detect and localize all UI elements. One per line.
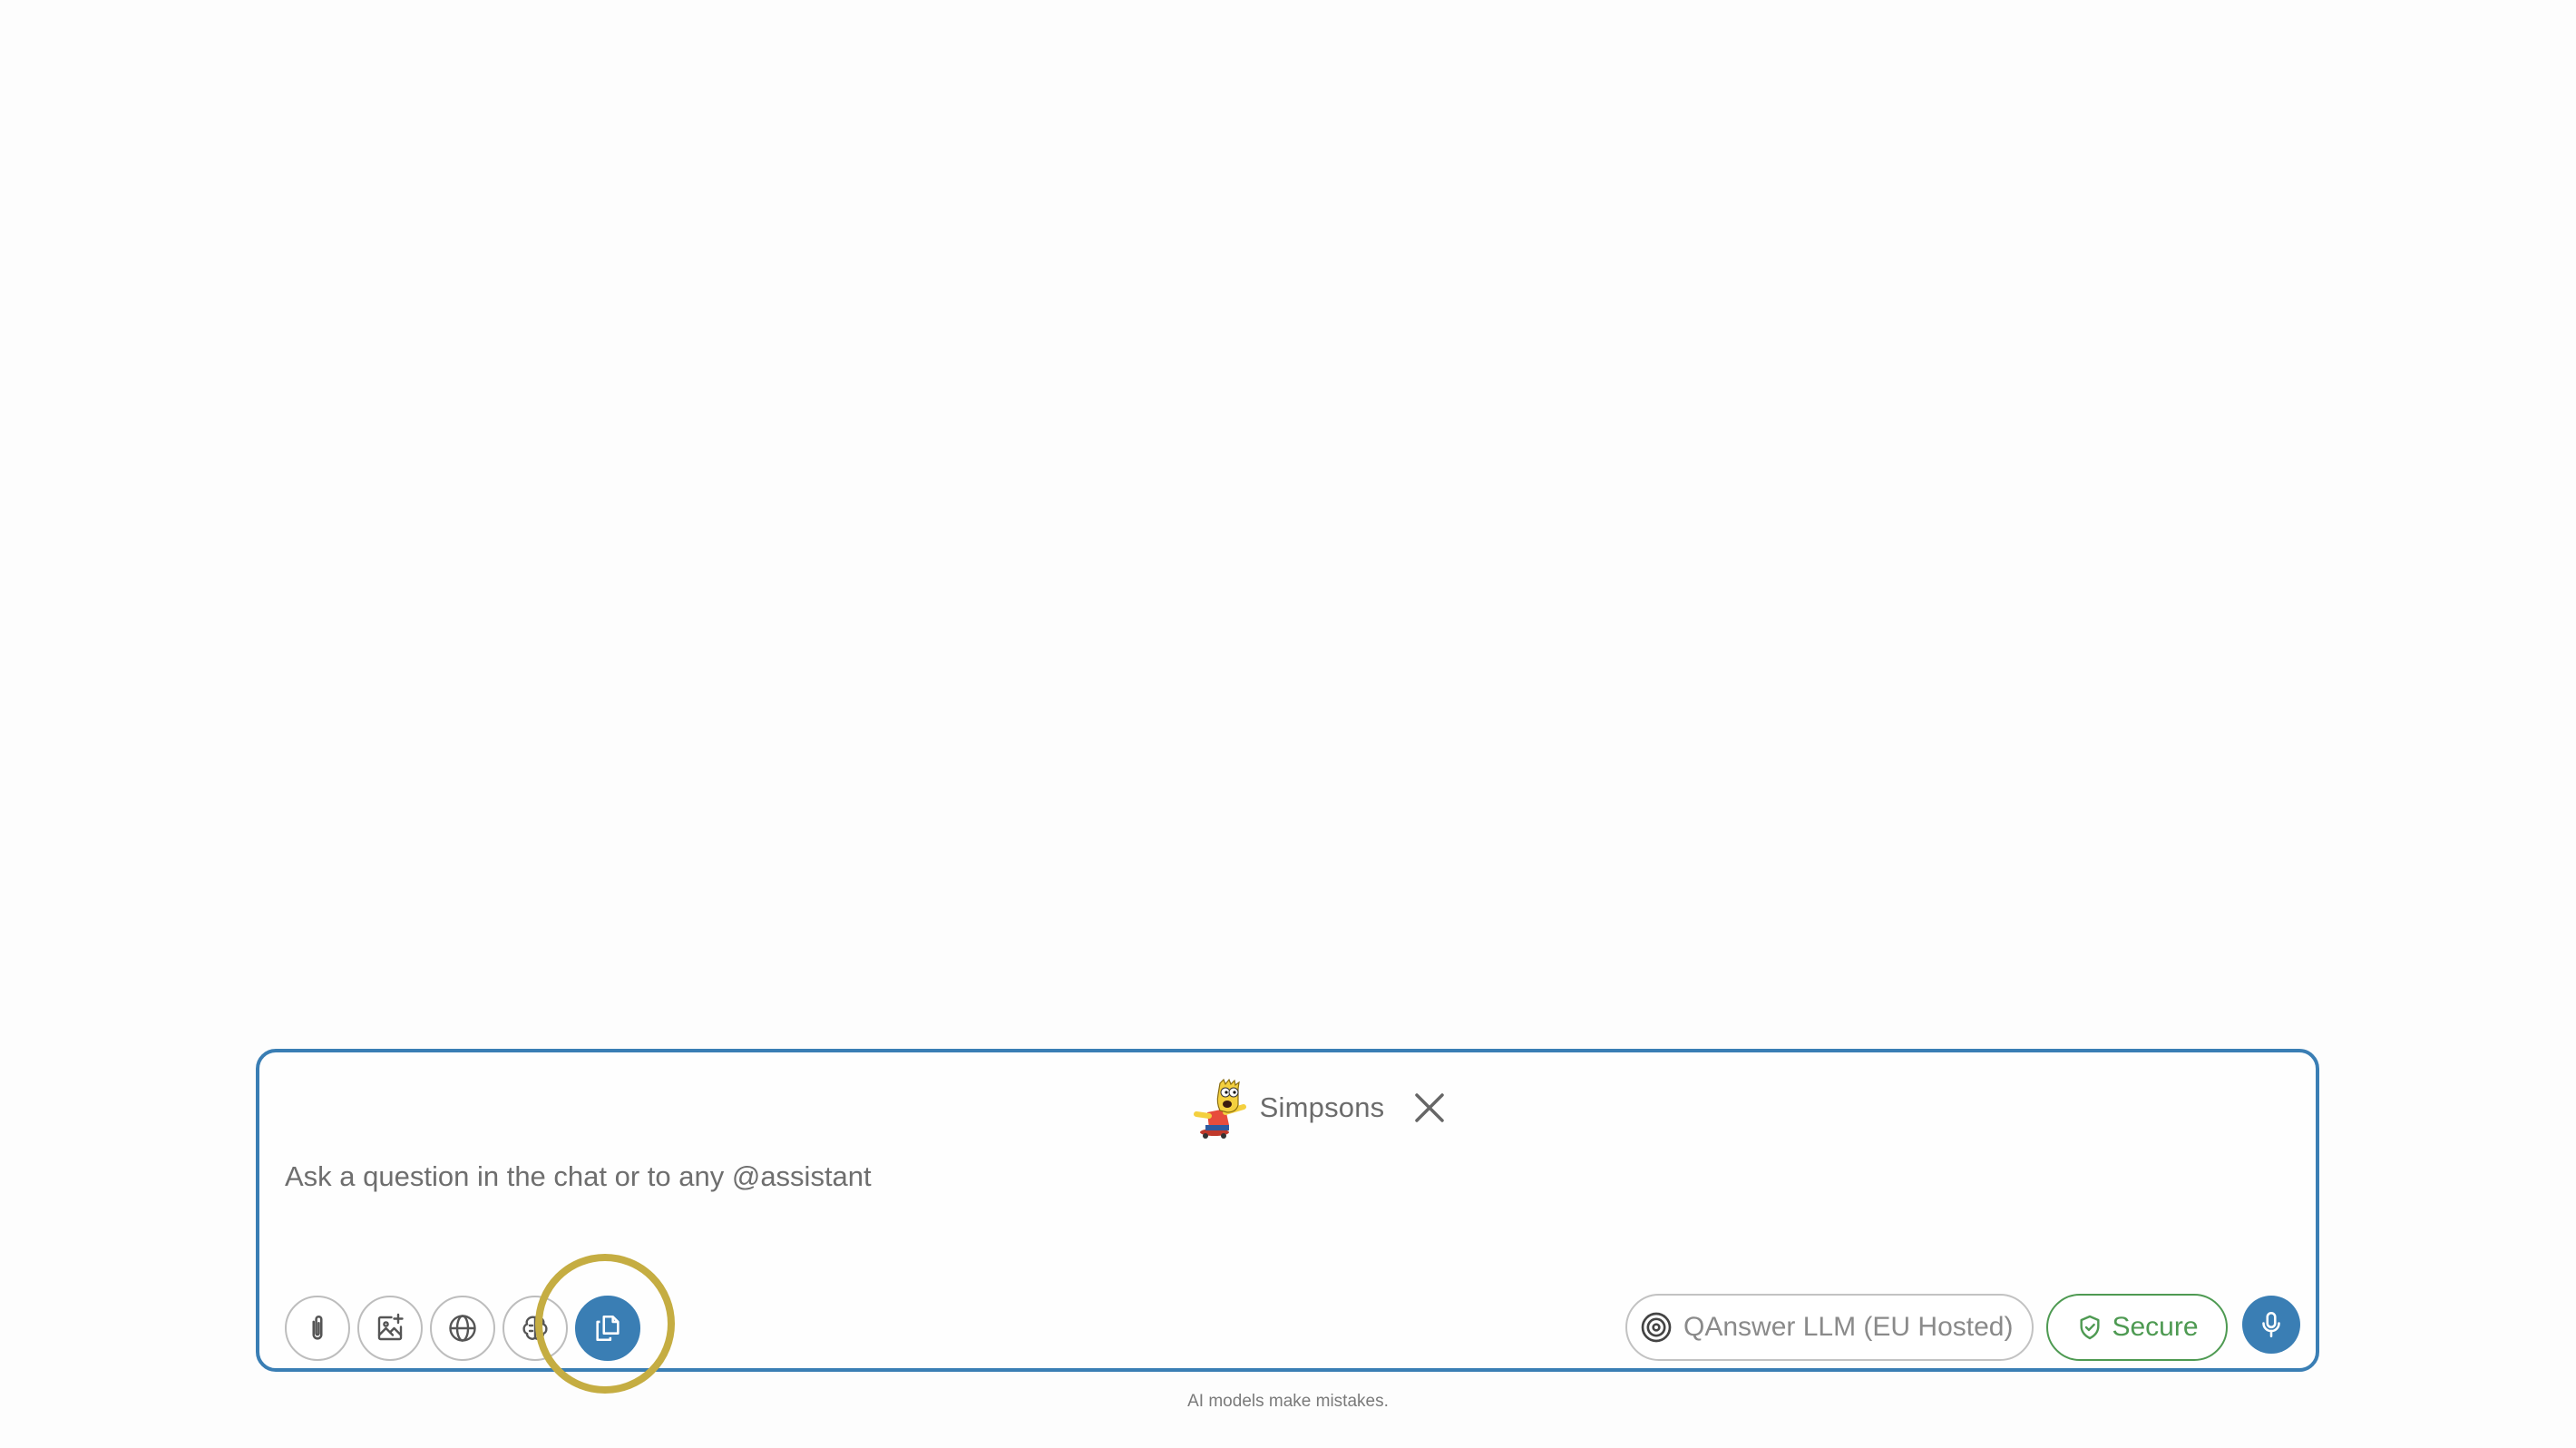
voice-input-button[interactable] bbox=[2242, 1296, 2300, 1354]
remove-assistant-button[interactable] bbox=[1410, 1088, 1449, 1128]
globe-icon bbox=[449, 1315, 476, 1342]
add-image-button[interactable] bbox=[357, 1296, 423, 1361]
ai-disclaimer: AI models make mistakes. bbox=[1187, 1392, 1389, 1411]
shield-check-icon bbox=[2080, 1315, 2101, 1340]
assistant-chip-row: Simpsons bbox=[259, 1076, 2316, 1140]
reasoning-button[interactable] bbox=[503, 1296, 568, 1361]
paperclip-icon bbox=[312, 1316, 323, 1340]
chat-composer: Simpsons Ask a question in the chat or t… bbox=[256, 1049, 2319, 1394]
model-selector[interactable]: QAnswer LLM (EU Hosted) bbox=[1625, 1294, 2034, 1361]
image-plus-icon bbox=[377, 1313, 404, 1341]
copy-documents-icon bbox=[596, 1315, 620, 1342]
secure-badge[interactable]: Secure bbox=[2046, 1294, 2228, 1361]
assistant-chip[interactable]: Simpsons bbox=[1189, 1076, 1385, 1140]
secure-badge-label: Secure bbox=[2112, 1312, 2199, 1342]
chat-input[interactable] bbox=[285, 1145, 2235, 1208]
bart-simpson-avatar-icon bbox=[1193, 1078, 1246, 1139]
documents-button[interactable] bbox=[575, 1296, 640, 1361]
target-icon bbox=[1641, 1312, 1672, 1343]
close-icon bbox=[1415, 1093, 1445, 1122]
brain-icon bbox=[522, 1316, 548, 1340]
model-selector-label: QAnswer LLM (EU Hosted) bbox=[1683, 1312, 2014, 1342]
microphone-icon bbox=[2262, 1311, 2280, 1338]
assistant-chip-label: Simpsons bbox=[1259, 1091, 1385, 1123]
attach-file-button[interactable] bbox=[285, 1296, 350, 1361]
web-search-button[interactable] bbox=[430, 1296, 495, 1361]
